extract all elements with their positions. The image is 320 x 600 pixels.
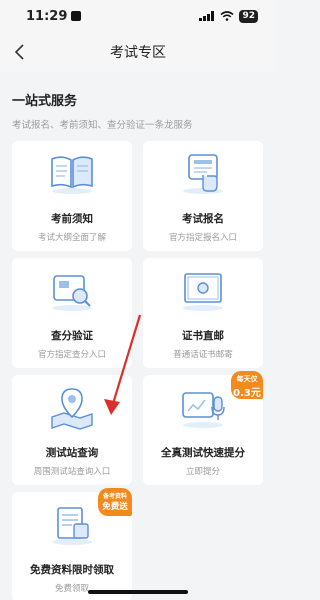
- card-title: 查分验证: [51, 330, 93, 342]
- card-subtitle: 立即提分: [185, 467, 220, 477]
- card-subtitle: 普通话证书邮寄: [173, 350, 233, 360]
- wifi-icon: [220, 11, 234, 21]
- status-time: 11:29: [26, 8, 68, 24]
- page-title: 考试专区: [110, 45, 166, 61]
- card-title: 测试站查询: [45, 447, 99, 459]
- card-title: 考试报名: [182, 213, 224, 225]
- section-title: 一站式服务: [12, 94, 78, 109]
- register-icon: [183, 154, 223, 194]
- battery-indicator: 92: [239, 9, 258, 23]
- card-mock-test[interactable]: 每天仅 0.3元 全真测试快速提分 立即提分: [143, 371, 263, 485]
- free-badge: 备考资料 免费送: [98, 488, 132, 516]
- card-title: 免费资料限时领取: [30, 564, 114, 576]
- status-bar: 11:29 92: [0, 0, 276, 32]
- card-score-check[interactable]: 查分验证 官方指定查分入口: [12, 258, 132, 368]
- badge-line2: 0.3元: [233, 388, 261, 399]
- signal-icon: [199, 11, 215, 21]
- card-exam-registration[interactable]: 考试报名 官方指定报名入口: [143, 141, 263, 251]
- service-section: 一站式服务 考试报名、考前须知、查分验证一条龙服务: [0, 90, 276, 131]
- card-subtitle: 周围测试站查询入口: [33, 467, 111, 477]
- card-subtitle: 官方指定报名入口: [168, 233, 237, 243]
- nav-bar: 考试专区: [0, 32, 276, 72]
- card-title: 全真测试快速提分: [161, 447, 245, 459]
- certificate-icon: [183, 273, 223, 311]
- chevron-left-icon: [14, 44, 24, 60]
- card-title: 考前须知: [51, 213, 93, 225]
- badge-line1: 备考资料: [102, 493, 127, 500]
- card-subtitle: 免费领取: [54, 584, 89, 594]
- card-subtitle: 考试大纲全面了解: [37, 233, 106, 243]
- back-button[interactable]: [8, 40, 32, 64]
- card-free-materials[interactable]: 备考资料 免费送 免费资料限时领取 免费领取: [12, 488, 132, 600]
- badge-line1: 每天仅: [236, 375, 258, 383]
- card-certificate-mail[interactable]: 证书直邮 普通话证书邮寄: [143, 258, 263, 368]
- document-icon: [52, 507, 92, 545]
- service-grid: 考前须知 考试大纲全面了解 考试报名 官方指定报名入口 查分验证 官方指定查分入…: [0, 141, 276, 600]
- score-check-icon: [52, 275, 92, 311]
- status-right: 92: [199, 9, 258, 23]
- section-subtitle: 考试报名、考前须知、查分验证一条龙服务: [12, 120, 193, 131]
- card-title: 证书直邮: [182, 330, 224, 342]
- card-subtitle: 官方指定查分入口: [37, 350, 106, 360]
- map-pin-icon: [51, 388, 93, 430]
- card-exam-notice[interactable]: 考前须知 考试大纲全面了解: [12, 141, 132, 251]
- person-icon: [71, 11, 82, 21]
- badge-line2: 免费送: [102, 502, 128, 512]
- card-test-center-search[interactable]: 测试站查询 周围测试站查询入口: [12, 375, 132, 485]
- mic-test-icon: [182, 392, 225, 428]
- book-icon: [51, 156, 93, 194]
- home-indicator: [88, 590, 188, 594]
- price-badge: 每天仅 0.3元: [231, 371, 263, 399]
- status-left: 11:29: [26, 8, 82, 24]
